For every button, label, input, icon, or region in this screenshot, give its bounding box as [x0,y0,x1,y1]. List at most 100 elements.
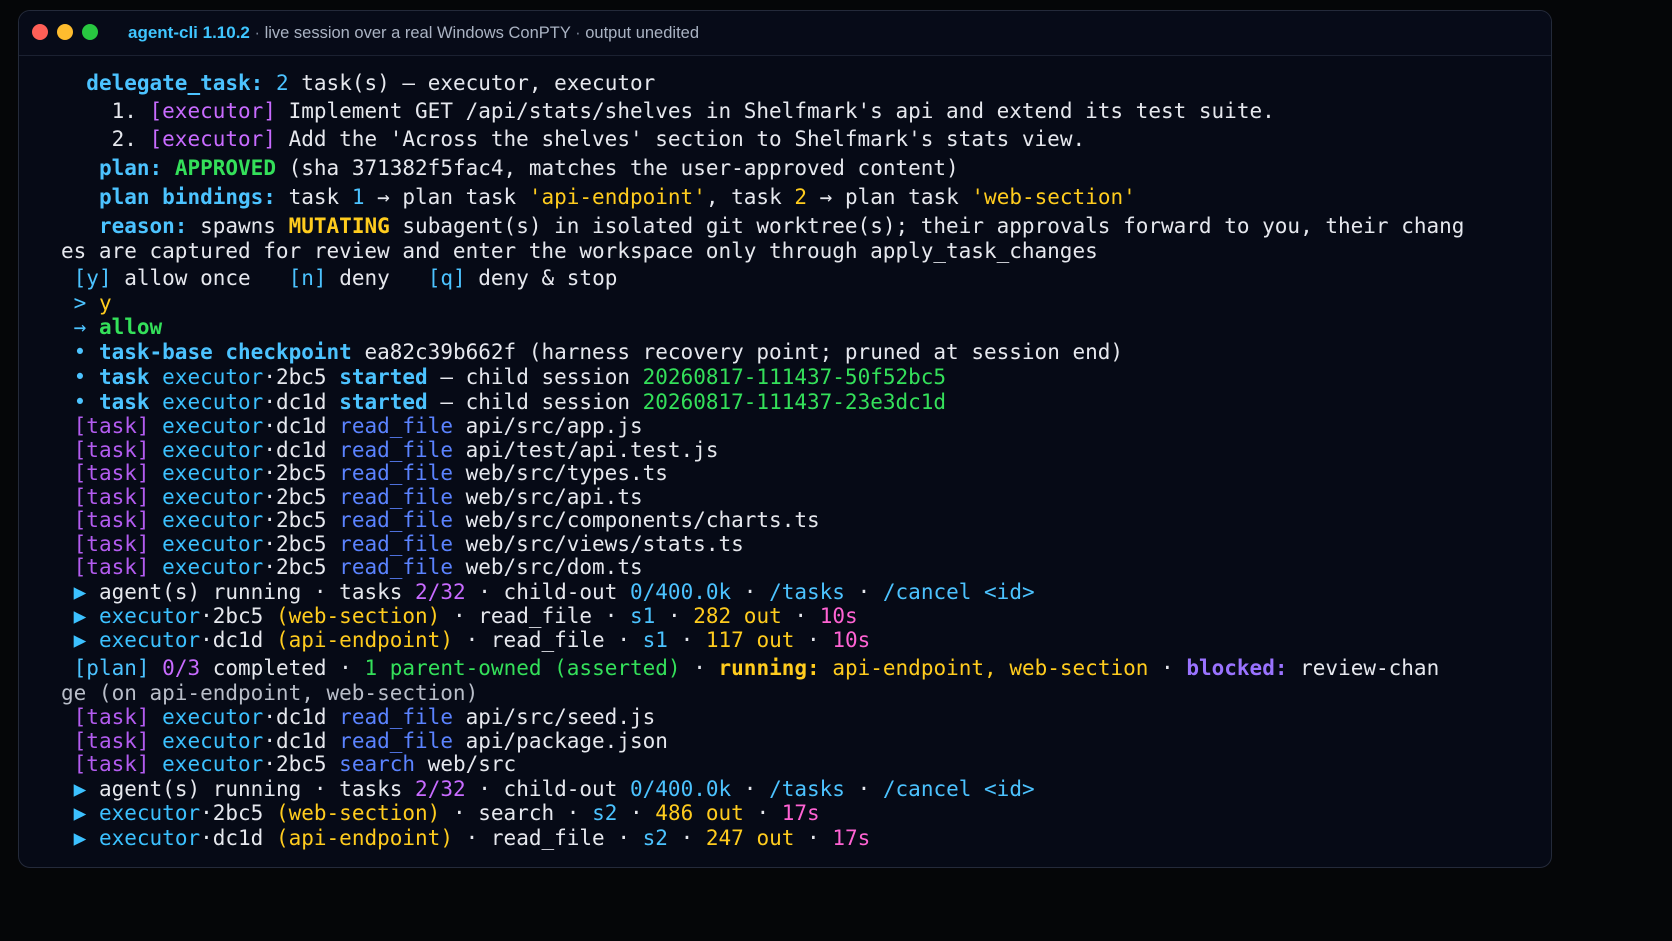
terminal-text: · [667,628,706,652]
terminal-text: read_file [339,461,453,485]
terminal-text: executor [149,438,264,462]
terminal-text: read_file [339,729,453,753]
terminal-text: · [731,777,770,801]
terminal-line: → allow [61,315,163,339]
terminal-text: [executor] [149,99,276,123]
terminal-line: [y] allow once [n] deny [q] deny & stop [61,266,618,290]
terminal-line: ▶ executor·2bc5 (web-section) · read_fil… [61,604,858,628]
terminal-text: ·2bc5 [263,485,340,509]
terminal-line: [task] executor·2bc5 read_file web/src/v… [61,532,744,556]
terminal-text: executor [149,555,264,579]
terminal-text: (api-endpoint) [275,628,453,652]
terminal-text: y [98,291,112,315]
terminal-text: read_file [339,555,453,579]
terminal-text: executor [86,604,201,628]
terminal-text: executor [149,414,264,438]
terminal-text: (sha 371382f5fac4, matches the user-appr… [275,156,959,180]
terminal-text: 1 [364,656,378,680]
terminal-text: MUTATING [288,214,390,238]
terminal-line: [task] executor·dc1d read_file api/packa… [61,729,668,753]
terminal-text: web/src/components/charts.ts [452,508,820,532]
terminal-text: · child-out [465,580,630,604]
terminal-line: es are captured for review and enter the… [61,239,1098,263]
terminal-text: [task] [73,461,150,485]
terminal-text: started [339,365,428,389]
terminal-text: 17s [832,826,871,850]
terminal-text: task [98,390,150,414]
terminal-text: allow [98,315,163,339]
terminal-line: ▶ agent(s) running · tasks 2/32 · child-… [61,580,1035,604]
terminal-text: api/package.json [452,729,668,753]
terminal-text: executor [149,365,264,389]
terminal-text: api/test/api.test.js [452,438,719,462]
terminal-text: s2 [642,826,668,850]
terminal-text: ·dc1d [263,414,340,438]
terminal-text: ·dc1d [200,628,276,652]
terminal-text: · [1148,656,1187,680]
terminal-text: 247 out [705,826,795,850]
terminal-text: [task] [73,705,150,729]
terminal-text: ▶ [73,801,87,825]
terminal-text: 10s [832,628,871,652]
terminal-text: · [794,628,833,652]
terminal-text: blocked: [1186,656,1288,680]
terminal-text: task [98,365,150,389]
terminal-text: Implement GET /api/stats/shelves in Shel… [275,99,1275,123]
terminal-text: • [73,340,99,364]
terminal-text: 1. [111,99,150,123]
terminal-text: 2 [275,71,289,95]
terminal-text: s1 [630,604,656,628]
terminal-text: completed · [200,656,365,680]
terminal-line: delegate_task: 2 task(s) – executor, exe… [61,71,655,95]
terminal-text: APPROVED [174,156,276,180]
terminal-text: 2. [111,127,150,151]
terminal-line: [task] executor·2bc5 read_file web/src/t… [61,461,668,485]
terminal-text: · child-out [465,777,630,801]
terminal-text: · [731,580,770,604]
terminal-text: ·2bc5 [263,752,340,776]
terminal-text: read_file [339,485,453,509]
terminal-text: subagent(s) in isolated git worktree(s);… [389,214,1465,238]
terminal-text: api/src/seed.js [452,705,656,729]
terminal-text: read_file [339,414,453,438]
terminal-text: ·2bc5 [263,461,340,485]
terminal-text: running: [718,656,820,680]
terminal-text: > [73,291,99,315]
terminal-text: /cancel <id> [882,777,1035,801]
terminal-text: web/src/api.ts [452,485,643,509]
terminal-text: → plan task [364,185,529,209]
terminal-text: 0/400.0k [630,580,732,604]
terminal-text: ·dc1d [263,390,340,414]
terminal-text: search [339,752,416,776]
terminal-line: plan: APPROVED (sha 371382f5fac4, matche… [61,156,959,180]
terminal-text: [y] [73,266,112,290]
terminal-line: [plan] 0/3 completed · 1 parent-owned (a… [61,656,1440,680]
terminal-text: read_file [339,508,453,532]
terminal-text: web/src/dom.ts [452,555,643,579]
terminal-text: ▶ [73,628,87,652]
terminal-text: – child session [427,365,643,389]
terminal-text: 2/32 [415,580,466,604]
terminal-text: web/src [415,752,517,776]
terminal-text: executor [149,461,264,485]
terminal-text: plan: [98,156,163,180]
terminal-text: ▶ [73,826,87,850]
terminal-line: 1. [executor] Implement GET /api/stats/s… [61,99,1275,123]
terminal-text: 0/3 [162,656,201,680]
terminal-text: agent(s) running · tasks [86,580,416,604]
terminal-text: review-chan [1287,656,1440,680]
terminal-text: ·dc1d [200,826,276,850]
terminal-output[interactable]: delegate_task: 2 task(s) – executor, exe… [19,11,1551,867]
terminal-text: – child session [427,390,643,414]
terminal-text: 282 out [693,604,782,628]
terminal-text: api-endpoint, web-section [819,656,1149,680]
terminal-text: executor [149,729,264,753]
terminal-text: ea82c39b662f (harness recovery point; pr… [351,340,1124,364]
terminal-text: executor [86,826,201,850]
terminal-text: ·2bc5 [263,365,340,389]
terminal-line: ▶ agent(s) running · tasks 2/32 · child-… [61,777,1035,801]
terminal-text: allow once [111,266,289,290]
terminal-text: read_file [339,532,453,556]
